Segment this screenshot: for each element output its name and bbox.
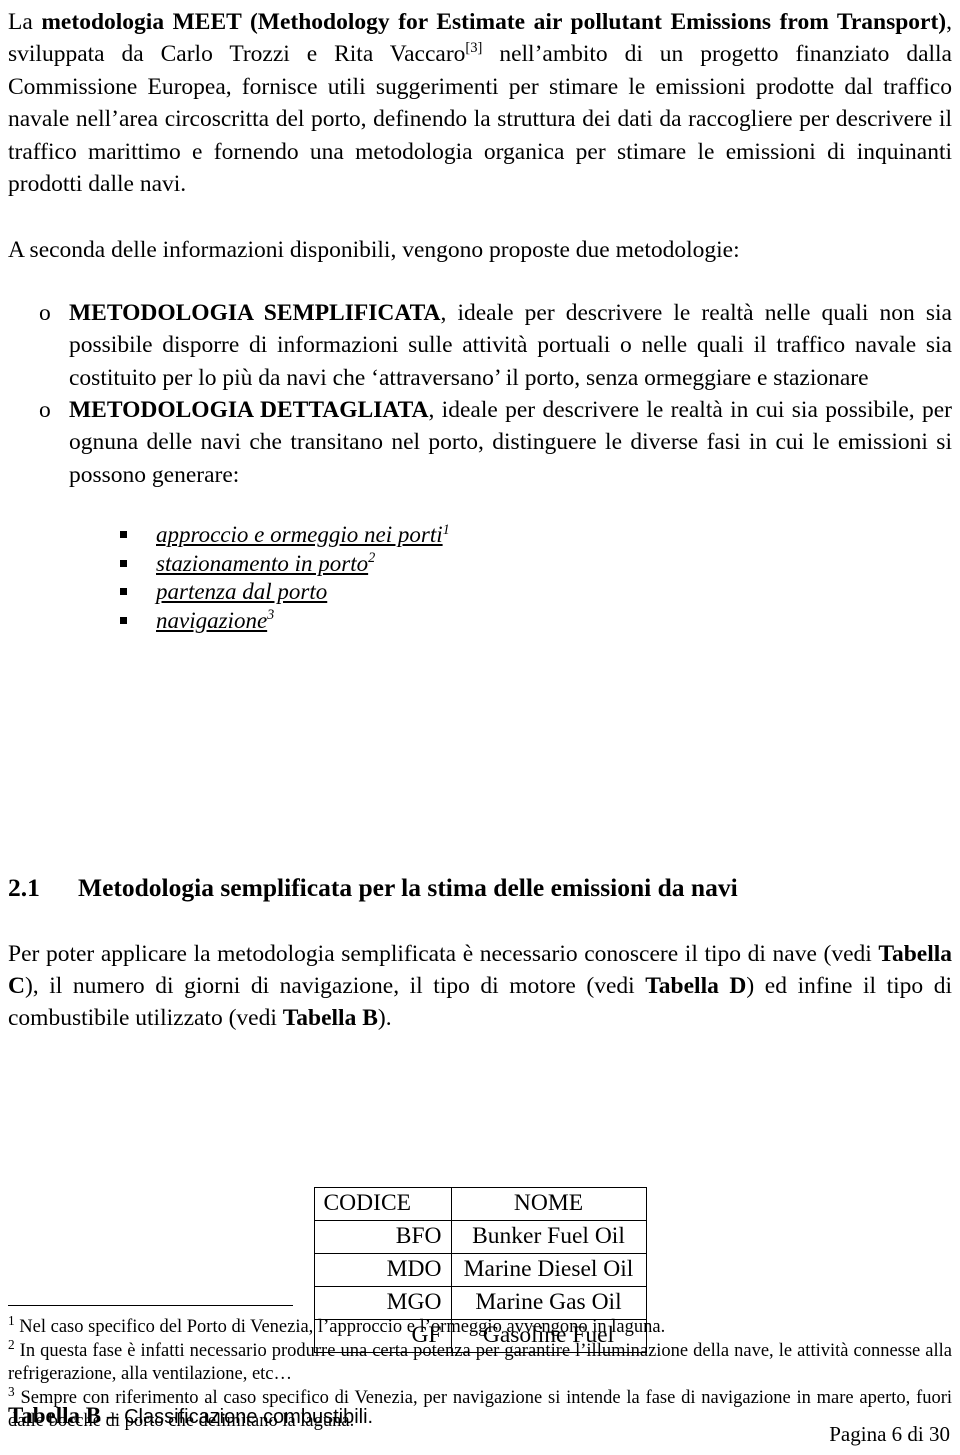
list-item: approccio e ormeggio nei porti1 [8, 521, 952, 550]
table-reference-d: Tabella D [645, 973, 747, 1000]
list-marker: o [39, 397, 51, 424]
column-header-code: CODICE [313, 1186, 452, 1221]
methodology-title: METODOLOGIA SEMPLIFICATA [69, 299, 441, 326]
methodology-list: o METODOLOGIA SEMPLIFICATA, ideale per de… [8, 297, 952, 491]
cell-name: Marine Diesel Oil [450, 1252, 647, 1287]
square-bullet-icon [120, 617, 127, 625]
phase-label: navigazione [156, 608, 268, 634]
methodology-title: METODOLOGIA DETTAGLIATA [69, 397, 429, 424]
citation-reference: [3] [465, 40, 483, 57]
lead-in-paragraph: A seconda delle informazioni disponibili… [8, 237, 740, 264]
cell-code: MDO [313, 1252, 452, 1287]
section-number: 2.1 [8, 872, 40, 902]
list-item: navigazione3 [8, 607, 952, 636]
footnote-separator [8, 1305, 293, 1306]
intro-prefix: La [8, 9, 42, 35]
footnote-item: 3 Sempre con riferimento al caso specifi… [8, 1383, 952, 1434]
intro-bold-title: metodologia MEET (Methodology for Estima… [41, 9, 947, 35]
section-par-seg4: ). [377, 1005, 392, 1032]
table-reference-b: Tabella B [282, 1005, 378, 1032]
intro-paragraph: La metodologia MEET (Methodology for Est… [8, 6, 952, 200]
square-bullet-icon [120, 559, 127, 567]
column-header-name: NOME [450, 1186, 647, 1221]
footnote-item: 2 In questa fase è infatti necessario pr… [8, 1337, 952, 1387]
phase-label: approccio e ormeggio nei porti [156, 522, 443, 548]
list-item: stazionamento in porto2 [8, 550, 952, 579]
list-marker: o [39, 299, 51, 326]
cell-code: BFO [313, 1219, 452, 1254]
square-bullet-icon [120, 531, 127, 539]
footnote-item: 1 Nel caso specifico del Porto di Venezi… [8, 1312, 952, 1340]
phase-label: stazionamento in porto [156, 550, 369, 576]
footnote-text: In questa fase è infatti necessario prod… [8, 1340, 952, 1385]
section-heading: 2.1 Metodologia semplificata per la stim… [8, 872, 952, 904]
footnotes-section: 1 Nel caso specifico del Porto di Venezi… [8, 1312, 952, 1434]
list-item: partenza dal porto [8, 578, 952, 607]
cell-name: Marine Gas Oil [450, 1285, 647, 1320]
cell-code: MGO [313, 1285, 452, 1320]
table-row: BFO Bunker Fuel Oil [313, 1219, 647, 1254]
document-page: La metodologia MEET (Methodology for Est… [0, 0, 960, 1455]
section-par-seg2: ), il numero di giorni di navigazione, i… [24, 973, 646, 1000]
section-title: Metodologia semplificata per la stima de… [78, 872, 738, 902]
emission-phases-list: approccio e ormeggio nei porti1 staziona… [8, 521, 952, 635]
table-row: MDO Marine Diesel Oil [313, 1252, 647, 1287]
square-bullet-icon [120, 588, 127, 596]
cell-name: Bunker Fuel Oil [450, 1219, 647, 1254]
table-row: MGO Marine Gas Oil [313, 1285, 647, 1320]
page-number-footer: Pagina 6 di 30 [829, 1422, 950, 1446]
list-item: o METODOLOGIA DETTAGLIATA, ideale per des… [8, 394, 952, 491]
footnote-number: 2 [8, 1336, 15, 1352]
phase-label: partenza dal porto [156, 579, 328, 605]
table-header-row: CODICE NOME [313, 1186, 647, 1221]
footnote-text: Nel caso specifico del Porto di Venezia,… [14, 1317, 666, 1337]
footnote-text: Sempre con riferimento al caso specifico… [8, 1387, 952, 1432]
list-item: o METODOLOGIA SEMPLIFICATA, ideale per de… [8, 297, 952, 394]
section-paragraph: Per poter applicare la metodologia sempl… [8, 938, 952, 1035]
page-content: La metodologia MEET (Methodology for Est… [8, 6, 952, 1432]
section-par-seg1: Per poter applicare la metodologia sempl… [8, 940, 879, 967]
footnote-number: 1 [8, 1312, 15, 1328]
footnote-number: 3 [8, 1383, 15, 1399]
